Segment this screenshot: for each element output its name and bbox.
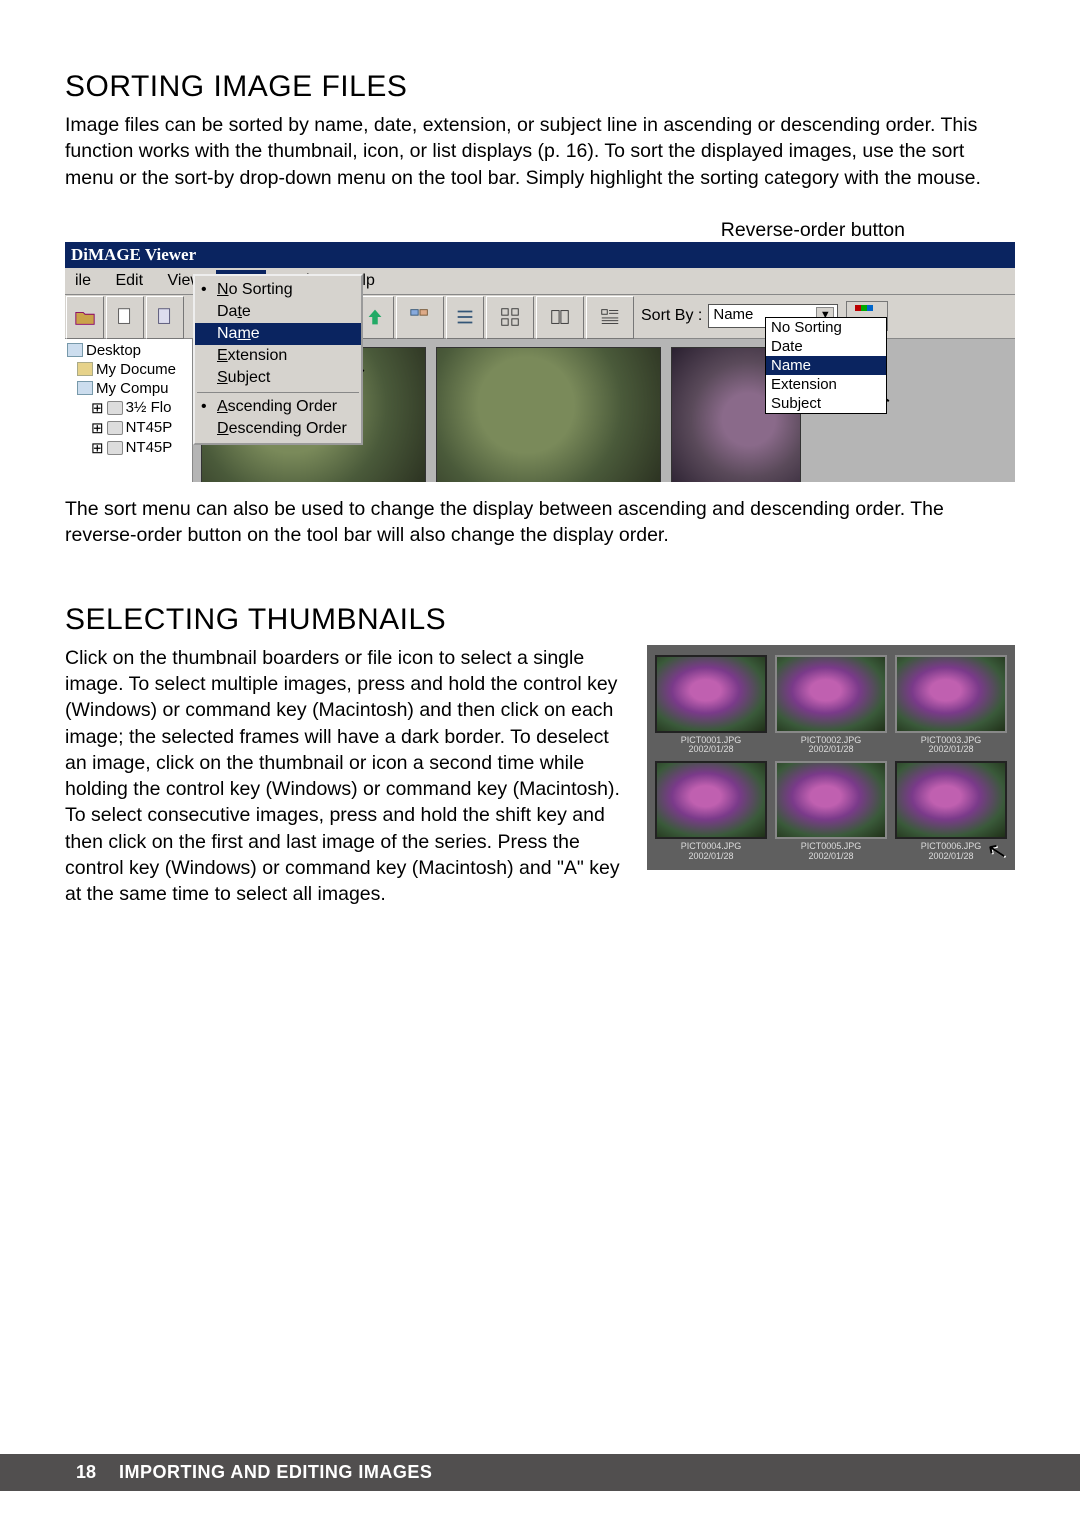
sort-menu-descending[interactable]: Descending Order xyxy=(195,418,361,440)
footer-title: IMPORTING AND EDITING IMAGES xyxy=(119,1462,432,1482)
toolbar-detail-icon[interactable] xyxy=(586,296,634,339)
thumb-image xyxy=(895,761,1007,839)
toolbar-open-icon[interactable] xyxy=(66,296,104,339)
sort-menu-subject[interactable]: Subject xyxy=(195,367,361,389)
screenshot-app-window: DiMAGE Viewer ile Edit View Sort Tools H… xyxy=(65,242,1015,482)
tree-desktop[interactable]: Desktop xyxy=(67,341,190,360)
toolbar-grid4-icon[interactable] xyxy=(486,296,534,339)
thumb-date: 2002/01/28 xyxy=(655,745,767,755)
sortby-dropdown-list: No Sorting Date Name Extension Subject xyxy=(765,317,887,414)
dropdown-name[interactable]: Name xyxy=(766,356,886,375)
thumb-cell[interactable]: PICT0004.JPG 2002/01/28 xyxy=(655,761,767,862)
thumb-date: 2002/01/28 xyxy=(775,852,887,862)
thumb-date: 2002/01/28 xyxy=(775,745,887,755)
sort-menu-dropdown: No Sorting Date Name Extension Subject A… xyxy=(193,274,363,445)
heading-sorting: SORTING IMAGE FILES xyxy=(65,70,1015,104)
dropdown-nosorting[interactable]: No Sorting xyxy=(766,318,886,337)
caption-sort: The sort menu can also be used to change… xyxy=(65,496,1015,549)
thumb-cell[interactable]: PICT0001.JPG 2002/01/28 xyxy=(655,655,767,756)
thumb-image xyxy=(895,655,1007,733)
dropdown-extension[interactable]: Extension xyxy=(766,375,886,394)
tree-mydocs[interactable]: My Docume xyxy=(67,360,190,379)
menu-file[interactable]: ile xyxy=(65,270,101,292)
toolbar-list-icon[interactable] xyxy=(446,296,484,339)
window-titlebar: DiMAGE Viewer xyxy=(65,242,1015,268)
sort-menu-name[interactable]: Name xyxy=(195,323,361,345)
page-number: 18 xyxy=(76,1462,96,1482)
folder-tree: Desktop My Docume My Compu ⊞ 3½ Flo ⊞ NT… xyxy=(65,339,193,482)
thumb-image xyxy=(655,655,767,733)
sort-menu-date[interactable]: Date xyxy=(195,301,361,323)
sort-menu-extension[interactable]: Extension xyxy=(195,345,361,367)
toolbar-newdoc-icon[interactable] xyxy=(106,296,144,339)
computer-icon xyxy=(77,381,93,395)
heading-selecting: SELECTING THUMBNAILS xyxy=(65,603,1015,637)
tree-drive1[interactable]: ⊞ NT45P xyxy=(67,418,190,438)
dropdown-subject[interactable]: Subject xyxy=(766,394,886,413)
dropdown-date[interactable]: Date xyxy=(766,337,886,356)
drive-icon xyxy=(107,421,123,435)
sortby-label: Sort By : xyxy=(635,307,708,325)
thumb-image xyxy=(655,761,767,839)
tree-floppy[interactable]: ⊞ 3½ Flo xyxy=(67,398,190,418)
selecting-body: Click on the thumbnail boarders or file … xyxy=(65,645,623,908)
sort-menu-ascending[interactable]: Ascending Order xyxy=(195,396,361,418)
reverse-order-label: Reverse-order button xyxy=(65,219,905,242)
thumbnail-large-2[interactable] xyxy=(436,347,661,482)
desktop-icon xyxy=(67,343,83,357)
thumb-cell[interactable]: PICT0002.JPG 2002/01/28 xyxy=(775,655,887,756)
tree-mycomp[interactable]: My Compu xyxy=(67,379,190,398)
thumb-image xyxy=(775,761,887,839)
thumb-date: 2002/01/28 xyxy=(655,852,767,862)
floppy-icon xyxy=(107,401,123,415)
tree-drive2[interactable]: ⊞ NT45P xyxy=(67,438,190,458)
toolbar-tile-icon[interactable] xyxy=(396,296,444,339)
page-footer: 18 IMPORTING AND EDITING IMAGES xyxy=(0,1454,1080,1491)
thumbnail-grid: PICT0001.JPG 2002/01/28 PICT0002.JPG 200… xyxy=(647,645,1015,871)
toolbar-grid2-icon[interactable] xyxy=(536,296,584,339)
thumb-date: 2002/01/28 xyxy=(895,745,1007,755)
drive-icon xyxy=(107,441,123,455)
thumb-cell[interactable]: PICT0005.JPG 2002/01/28 xyxy=(775,761,887,862)
folder-icon xyxy=(77,362,93,376)
thumb-image xyxy=(775,655,887,733)
thumb-cell[interactable]: PICT0003.JPG 2002/01/28 xyxy=(895,655,1007,756)
menu-edit[interactable]: Edit xyxy=(105,270,153,292)
sort-menu-nosorting[interactable]: No Sorting xyxy=(195,279,361,301)
intro-text: Image files can be sorted by name, date,… xyxy=(65,112,1015,191)
toolbar-page-icon[interactable] xyxy=(146,296,184,339)
